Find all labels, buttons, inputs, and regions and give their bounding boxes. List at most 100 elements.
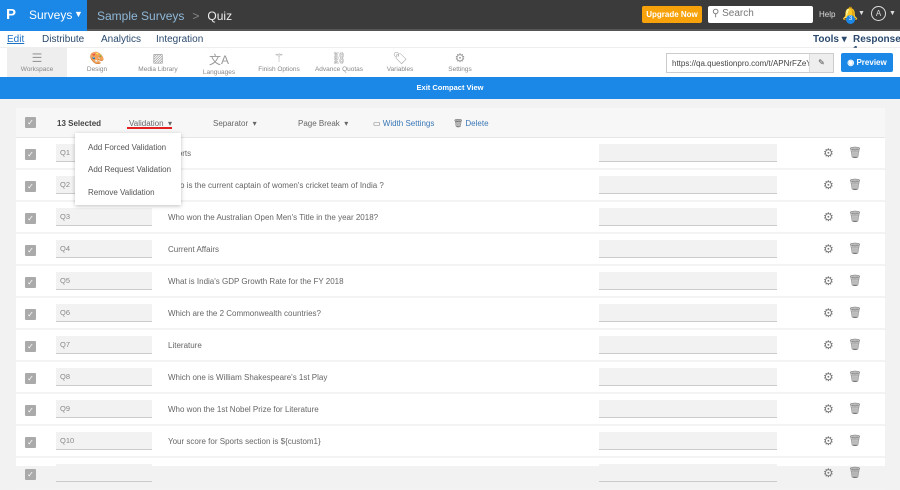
breadcrumb-sample-surveys[interactable]: Sample Surveys: [97, 9, 184, 23]
nav-integration[interactable]: Integration: [156, 34, 203, 45]
answer-field[interactable]: [599, 304, 777, 322]
answer-field[interactable]: [599, 400, 777, 418]
question-text[interactable]: Who won the Australian Open Men's Title …: [168, 213, 378, 222]
gear-icon[interactable]: ⚙: [823, 306, 834, 320]
answer-field[interactable]: [599, 144, 777, 162]
question-checkbox[interactable]: ✓: [25, 309, 36, 320]
question-text[interactable]: Which one is William Shakespeare's 1st P…: [168, 373, 327, 382]
question-checkbox[interactable]: ✓: [25, 437, 36, 448]
question-number-field[interactable]: Q10: [56, 432, 152, 450]
trash-icon[interactable]: 🗑: [848, 370, 862, 383]
answer-field[interactable]: [599, 432, 777, 450]
menu-add-forced-validation[interactable]: Add Forced Validation: [88, 143, 166, 152]
question-checkbox[interactable]: ✓: [25, 149, 36, 160]
exit-compact-view-button[interactable]: Exit Compact View: [0, 77, 900, 99]
image-icon: ▨: [152, 51, 164, 65]
answer-field[interactable]: [599, 464, 777, 482]
nav-edit[interactable]: Edit: [7, 34, 24, 45]
gear-icon[interactable]: ⚙: [823, 338, 834, 352]
menu-remove-validation[interactable]: Remove Validation: [88, 188, 155, 197]
scrollbar[interactable]: [887, 99, 900, 466]
question-number-field[interactable]: Q3: [56, 208, 152, 226]
question-number-field[interactable]: Q6: [56, 304, 152, 322]
magic-wand-icon: ⚚: [273, 51, 285, 65]
question-text[interactable]: Literature: [168, 341, 202, 350]
product-switcher[interactable]: P Surveys ▼: [0, 0, 87, 31]
gear-icon[interactable]: ⚙: [823, 242, 834, 256]
toolbar-workspace[interactable]: ☰ Workspace: [7, 48, 67, 77]
question-text[interactable]: Which are the 2 Commonwealth countries?: [168, 309, 321, 318]
question-checkbox[interactable]: ✓: [25, 181, 36, 192]
question-checkbox[interactable]: ✓: [25, 245, 36, 256]
trash-icon[interactable]: 🗑: [848, 210, 862, 223]
answer-field[interactable]: [599, 240, 777, 258]
toolbar-design[interactable]: 🎨 Design: [67, 48, 127, 77]
toolbar-advance-quotas[interactable]: ⛓ Advance Quotas: [309, 48, 369, 77]
answer-field[interactable]: [599, 208, 777, 226]
width-settings-button[interactable]: ▭ Width Settings: [373, 119, 434, 128]
answer-field[interactable]: [599, 368, 777, 386]
question-number-field[interactable]: Q9: [56, 400, 152, 418]
search-input[interactable]: ⚲ Search: [708, 6, 813, 23]
trash-icon[interactable]: 🗑: [848, 274, 862, 287]
upgrade-button[interactable]: Upgrade Now: [642, 6, 702, 23]
question-text[interactable]: Current Affairs: [168, 245, 219, 254]
separator-dropdown[interactable]: Separator ▾: [213, 119, 257, 128]
gear-icon[interactable]: ⚙: [823, 210, 834, 224]
page-break-dropdown[interactable]: Page Break ▾: [298, 119, 348, 128]
question-checkbox[interactable]: ✓: [25, 469, 36, 480]
menu-add-request-validation[interactable]: Add Request Validation: [88, 165, 171, 174]
question-checkbox[interactable]: ✓: [25, 405, 36, 416]
toolbar-settings[interactable]: ⚙ Settings: [430, 48, 490, 77]
question-number-field[interactable]: Q5: [56, 272, 152, 290]
gear-icon[interactable]: ⚙: [823, 178, 834, 192]
question-text[interactable]: Who is the current captain of women's cr…: [168, 181, 384, 190]
trash-icon[interactable]: 🗑: [848, 402, 862, 415]
caret-down-icon[interactable]: ▼: [889, 10, 896, 17]
question-text[interactable]: What is India's GDP Growth Rate for the …: [168, 277, 344, 286]
delete-button[interactable]: 🗑 Delete: [453, 119, 489, 128]
answer-field[interactable]: [599, 176, 777, 194]
preview-button[interactable]: ◉ Preview: [841, 53, 893, 72]
question-number-field[interactable]: Q4: [56, 240, 152, 258]
gear-icon[interactable]: ⚙: [823, 146, 834, 160]
help-link[interactable]: Help: [819, 10, 835, 19]
avatar[interactable]: A: [871, 6, 886, 21]
select-all-checkbox[interactable]: ✓: [25, 117, 36, 128]
answer-field[interactable]: [599, 336, 777, 354]
nav-analytics[interactable]: Analytics: [101, 34, 141, 45]
question-number-field[interactable]: Q8: [56, 368, 152, 386]
answer-field[interactable]: [599, 272, 777, 290]
trash-icon[interactable]: 🗑: [848, 146, 862, 159]
trash-icon[interactable]: 🗑: [848, 338, 862, 351]
question-row: ✓ Q6 Which are the 2 Commonwealth countr…: [16, 298, 885, 330]
caret-down-icon[interactable]: ▼: [858, 10, 865, 17]
gear-icon[interactable]: ⚙: [823, 370, 834, 384]
trash-icon[interactable]: 🗑: [848, 434, 862, 447]
question-checkbox[interactable]: ✓: [25, 277, 36, 288]
question-text[interactable]: Your score for Sports section is ${custo…: [168, 437, 321, 446]
question-text[interactable]: Who won the 1st Nobel Prize for Literatu…: [168, 405, 319, 414]
toolbar-finish-options[interactable]: ⚚ Finish Options: [249, 48, 309, 77]
question-number-field[interactable]: Q7: [56, 336, 152, 354]
survey-url-field[interactable]: https://qa.questionpro.com/t/APNrFZeY ✎: [666, 53, 834, 73]
tools-menu[interactable]: Tools ▾: [813, 34, 847, 45]
trash-icon[interactable]: 🗑: [848, 306, 862, 319]
nav-distribute[interactable]: Distribute: [42, 34, 84, 45]
gear-icon[interactable]: ⚙: [823, 466, 834, 480]
toolbar-media-library[interactable]: ▨ Media Library: [128, 48, 188, 77]
gear-icon[interactable]: ⚙: [823, 434, 834, 448]
trash-icon[interactable]: 🗑: [848, 178, 862, 191]
toolbar-variables[interactable]: 🏷 Variables: [370, 48, 430, 77]
gear-icon[interactable]: ⚙: [823, 274, 834, 288]
question-checkbox[interactable]: ✓: [25, 373, 36, 384]
pencil-icon[interactable]: ✎: [809, 54, 833, 72]
trash-icon[interactable]: 🗑: [848, 242, 862, 255]
breadcrumb: Sample Surveys > Quiz: [97, 9, 232, 23]
question-checkbox[interactable]: ✓: [25, 341, 36, 352]
trash-icon[interactable]: 🗑: [848, 466, 862, 479]
question-number-field[interactable]: [56, 464, 152, 482]
gear-icon[interactable]: ⚙: [823, 402, 834, 416]
question-checkbox[interactable]: ✓: [25, 213, 36, 224]
toolbar-languages[interactable]: 文A Languages: [189, 48, 249, 77]
